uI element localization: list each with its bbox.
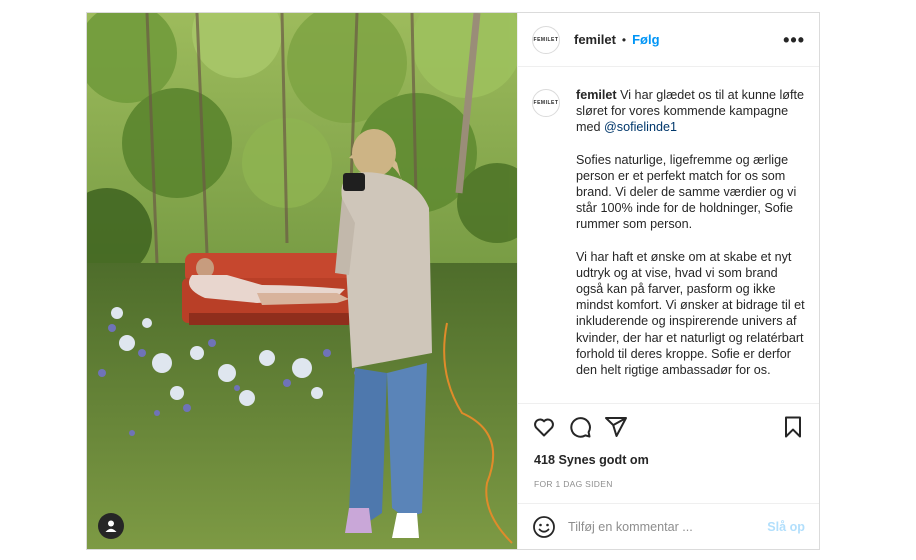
instagram-post: FEMILET femilet • Følg ••• FEMILET femil…: [86, 12, 820, 550]
caption-mention-link[interactable]: @sofielinde1: [604, 120, 677, 134]
share-icon[interactable]: [604, 415, 628, 439]
caption-paragraph-2: Sofies naturlige, ligefremme og ærlige p…: [576, 152, 797, 232]
photo-scene: [87, 13, 517, 549]
user-tag-icon[interactable]: [98, 513, 124, 539]
caption-username[interactable]: femilet: [576, 88, 617, 102]
post-photo[interactable]: [87, 13, 517, 549]
heart-icon[interactable]: [532, 415, 556, 439]
caption-avatar[interactable]: FEMILET: [532, 89, 560, 117]
caption-paragraph-1: femilet Vi har glædet os til at kunne lø…: [576, 87, 805, 136]
comment-icon[interactable]: [568, 415, 592, 439]
post-timestamp[interactable]: FOR 1 DAG SIDEN: [518, 473, 819, 503]
smiley-icon[interactable]: [532, 515, 556, 539]
account-username[interactable]: femilet: [574, 32, 616, 47]
post-comment-button[interactable]: Slå op: [767, 520, 805, 534]
more-options-icon[interactable]: •••: [783, 31, 805, 49]
caption-paragraph-3: Vi har haft et ønske om at skabe et nyt …: [576, 249, 805, 378]
caption: FEMILET femilet Vi har glædet os til at …: [518, 67, 819, 403]
bookmark-icon[interactable]: [781, 415, 805, 439]
action-bar: [518, 403, 819, 449]
post-header: FEMILET femilet • Følg •••: [518, 13, 819, 67]
like-count[interactable]: 418 Synes godt om: [518, 449, 819, 473]
comment-input[interactable]: Tilføj en kommentar ...: [568, 520, 767, 534]
post-sidebar: FEMILET femilet • Følg ••• FEMILET femil…: [517, 13, 819, 549]
avatar[interactable]: FEMILET: [532, 25, 560, 54]
comment-box: Tilføj en kommentar ... Slå op: [518, 503, 819, 549]
follow-button[interactable]: Følg: [632, 32, 659, 47]
separator-dot: •: [621, 32, 627, 47]
caption-text: femilet Vi har glædet os til at kunne lø…: [576, 87, 805, 403]
